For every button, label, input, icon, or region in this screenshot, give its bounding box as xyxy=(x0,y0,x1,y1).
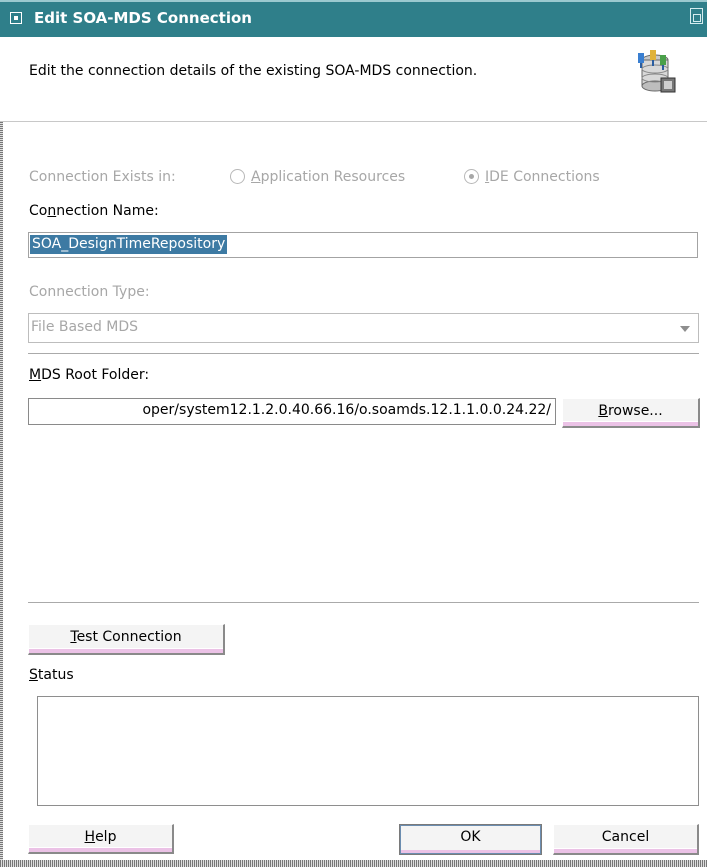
connection-name-value: SOA_DesignTimeRepository xyxy=(30,235,228,254)
radio-label: pplication Resources xyxy=(260,169,406,185)
connection-exists-label: Connection Exists in: xyxy=(29,169,176,185)
test-connection-button[interactable]: Test Connection xyxy=(28,624,225,655)
window-left-border xyxy=(0,0,3,867)
database-connection-icon xyxy=(638,50,676,93)
radio-unselected-icon[interactable] xyxy=(230,169,245,184)
mds-root-folder-input[interactable]: oper/system12.1.2.0.40.66.16/o.soamds.12… xyxy=(28,398,556,425)
radio-label: DE Connections xyxy=(489,169,600,185)
separator xyxy=(28,602,699,603)
separator xyxy=(28,353,699,354)
radio-label-mnemonic: A xyxy=(251,169,261,185)
connection-type-select[interactable]: File Based MDS xyxy=(28,313,699,343)
window-title: Edit SOA-MDS Connection xyxy=(34,9,252,27)
ok-button[interactable]: OK xyxy=(399,824,542,855)
radio-ide-connections[interactable]: IDE Connections xyxy=(464,169,600,185)
chevron-down-icon[interactable] xyxy=(680,326,690,332)
radio-selected-icon[interactable] xyxy=(464,169,479,184)
header-description: Edit the connection details of the exist… xyxy=(29,63,478,79)
header-separator xyxy=(0,121,707,122)
ok-label: OK xyxy=(460,829,481,845)
cancel-label: Cancel xyxy=(601,829,650,845)
status-textarea[interactable] xyxy=(37,696,699,806)
cancel-button[interactable]: Cancel xyxy=(553,824,699,855)
connection-type-value: File Based MDS xyxy=(31,319,139,335)
connection-type-label: Connection Type: xyxy=(29,284,150,300)
maximize-icon[interactable] xyxy=(690,8,703,24)
window-bottom-border xyxy=(0,860,707,867)
connection-name-label: Connection Name: xyxy=(29,203,159,219)
connection-name-input[interactable]: SOA_DesignTimeRepository xyxy=(28,232,698,258)
dialog-header: Edit the connection details of the exist… xyxy=(0,37,707,121)
mds-root-folder-value: oper/system12.1.2.0.40.66.16/o.soamds.12… xyxy=(142,402,551,418)
mds-root-folder-label: MDS Root Folder: xyxy=(29,367,150,383)
help-button[interactable]: Help xyxy=(28,824,174,854)
radio-application-resources[interactable]: Application Resources xyxy=(230,169,405,185)
window-menu-icon[interactable] xyxy=(10,12,22,24)
browse-button[interactable]: Browse... xyxy=(562,398,700,428)
window-titlebar[interactable]: Edit SOA-MDS Connection xyxy=(0,0,707,37)
status-label: Status xyxy=(29,667,74,683)
